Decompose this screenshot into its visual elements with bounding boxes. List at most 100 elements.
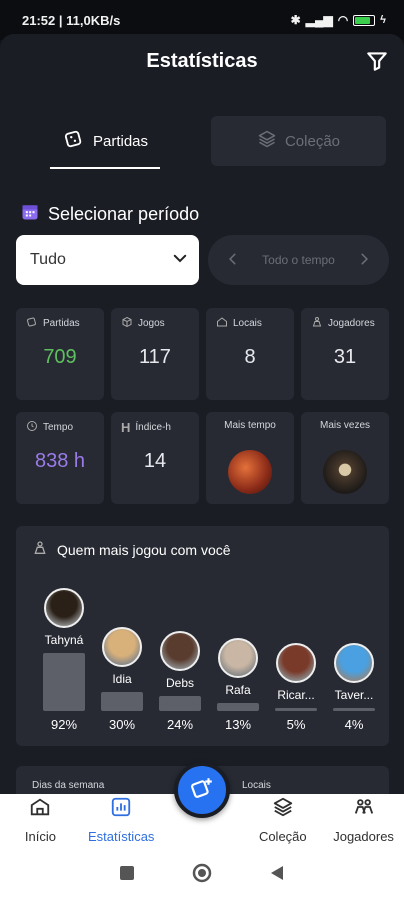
period-select-value: Tudo: [30, 251, 66, 268]
card-value: 14: [143, 450, 167, 472]
nav-jogadores[interactable]: Jogadores: [323, 794, 404, 850]
nav-estatisticas[interactable]: Estatísticas: [81, 794, 162, 850]
card-label-row: Tempo: [26, 420, 73, 435]
card-value: 838 h: [34, 450, 86, 472]
recents-icon[interactable]: [119, 865, 135, 886]
player-column[interactable]: Tahyná 92%: [42, 588, 86, 732]
avatar: [218, 638, 258, 678]
filter-icon[interactable]: [364, 48, 390, 74]
signal-icon: ▂▄▆: [305, 13, 333, 27]
player-column[interactable]: Rafa 13%: [216, 638, 260, 732]
card-label: Mais vezes: [319, 420, 370, 431]
dice-icon: [63, 128, 85, 154]
period-select[interactable]: Tudo: [16, 235, 199, 285]
home-circle-icon[interactable]: [192, 863, 212, 888]
card-jogos[interactable]: Jogos 117: [111, 308, 199, 400]
meeples-icon: [311, 316, 323, 331]
calendar-icon: [20, 202, 40, 227]
card-label-row: Locais: [216, 316, 262, 331]
range-label: Todo o tempo: [262, 253, 335, 267]
card-label-row: H Índice-h: [121, 420, 171, 435]
player-name: Ricar...: [277, 688, 315, 702]
wifi-icon: ◠: [337, 13, 349, 27]
card-label-row: Partidas: [26, 316, 80, 331]
card-tempo[interactable]: Tempo 838 h: [16, 412, 104, 504]
locations-label: Locais: [242, 780, 271, 791]
card-value: 31: [333, 346, 357, 368]
tab-label: Coleção: [284, 132, 341, 150]
back-icon[interactable]: [269, 865, 285, 886]
player-column[interactable]: Taver... 4%: [332, 643, 376, 732]
chevron-left-icon[interactable]: [226, 252, 240, 269]
bluetooth-icon: ✱: [290, 13, 301, 27]
weekdays-label: Dias da semana: [32, 780, 105, 791]
add-dice-icon: [189, 775, 215, 806]
top-players-heading: Quem mais jogou com você: [32, 540, 231, 559]
player-name: Taver...: [334, 688, 374, 702]
house-icon: [216, 316, 228, 331]
player-percentage: 5%: [286, 717, 306, 732]
tab-partidas[interactable]: Partidas: [18, 116, 193, 166]
nav-inicio[interactable]: Início: [0, 794, 81, 850]
chevron-right-icon[interactable]: [357, 252, 371, 269]
player-bar: [159, 696, 201, 711]
meeple-icon: [32, 540, 48, 559]
player-bar: [333, 708, 375, 711]
player-bar: [43, 653, 85, 711]
app-screen: Estatísticas Partidas Coleção Selecionar…: [0, 34, 404, 794]
home-icon: [29, 796, 51, 821]
player-bar: [217, 703, 259, 711]
layers-icon: [257, 129, 277, 153]
avatar: [334, 643, 374, 683]
top-players-card: Quem mais jogou com você Tahyná 92% Idia 30…: [16, 526, 389, 746]
avatar: [160, 631, 200, 671]
avatar: [44, 588, 84, 628]
card-partidas[interactable]: Partidas 709: [16, 308, 104, 400]
period-heading: Selecionar período: [20, 202, 199, 227]
player-bar: [101, 692, 143, 711]
tab-colecao[interactable]: Coleção: [211, 116, 386, 166]
player-bar: [275, 708, 317, 711]
status-time: 21:52 | 11,0KB/s: [22, 12, 121, 28]
charging-icon: ϟ: [380, 14, 386, 26]
nav-label: Estatísticas: [87, 829, 155, 844]
card-jogadores[interactable]: Jogadores 31: [301, 308, 389, 400]
card-label: Jogadores: [328, 318, 375, 329]
card-label: Tempo: [43, 422, 74, 433]
player-column[interactable]: Debs 24%: [158, 631, 202, 732]
player-name: Debs: [165, 676, 194, 690]
nav-label: Início: [24, 829, 56, 844]
card-label: Índice-h: [135, 422, 171, 433]
card-label-row: Jogos: [121, 316, 165, 331]
nav-label: Coleção: [258, 829, 307, 844]
card-mais-vezes[interactable]: Mais vezes: [301, 412, 389, 504]
card-label-row: Mais tempo: [206, 420, 294, 431]
period-title: Selecionar período: [48, 204, 200, 224]
system-nav: [0, 850, 404, 900]
card-value: 8: [244, 346, 256, 368]
player-column[interactable]: Ricar... 5%: [274, 643, 318, 732]
card-label: Mais tempo: [224, 420, 276, 431]
player-name: Tahyná: [44, 633, 84, 647]
player-percentage: 30%: [108, 717, 136, 732]
active-tab-indicator: [50, 167, 160, 169]
player-column[interactable]: Idia 30%: [100, 627, 144, 732]
card-indice-h[interactable]: H Índice-h 14: [111, 412, 199, 504]
card-mais-tempo[interactable]: Mais tempo: [206, 412, 294, 504]
box-icon: [121, 316, 133, 331]
add-match-button[interactable]: [174, 762, 230, 818]
tab-label: Partidas: [92, 132, 149, 150]
card-label-row: Mais vezes: [301, 420, 389, 431]
card-label: Locais: [233, 318, 262, 329]
nav-label: Jogadores: [333, 829, 394, 844]
game-cover-image: [228, 450, 272, 494]
avatar: [102, 627, 142, 667]
card-value: 709: [43, 346, 77, 368]
nav-colecao[interactable]: Coleção: [242, 794, 323, 850]
battery-icon: [353, 14, 376, 26]
player-percentage: 92%: [50, 717, 78, 732]
section-title: Quem mais jogou com você: [57, 541, 231, 558]
player-name: Rafa: [225, 683, 251, 697]
card-locais[interactable]: Locais 8: [206, 308, 294, 400]
player-percentage: 13%: [224, 717, 252, 732]
